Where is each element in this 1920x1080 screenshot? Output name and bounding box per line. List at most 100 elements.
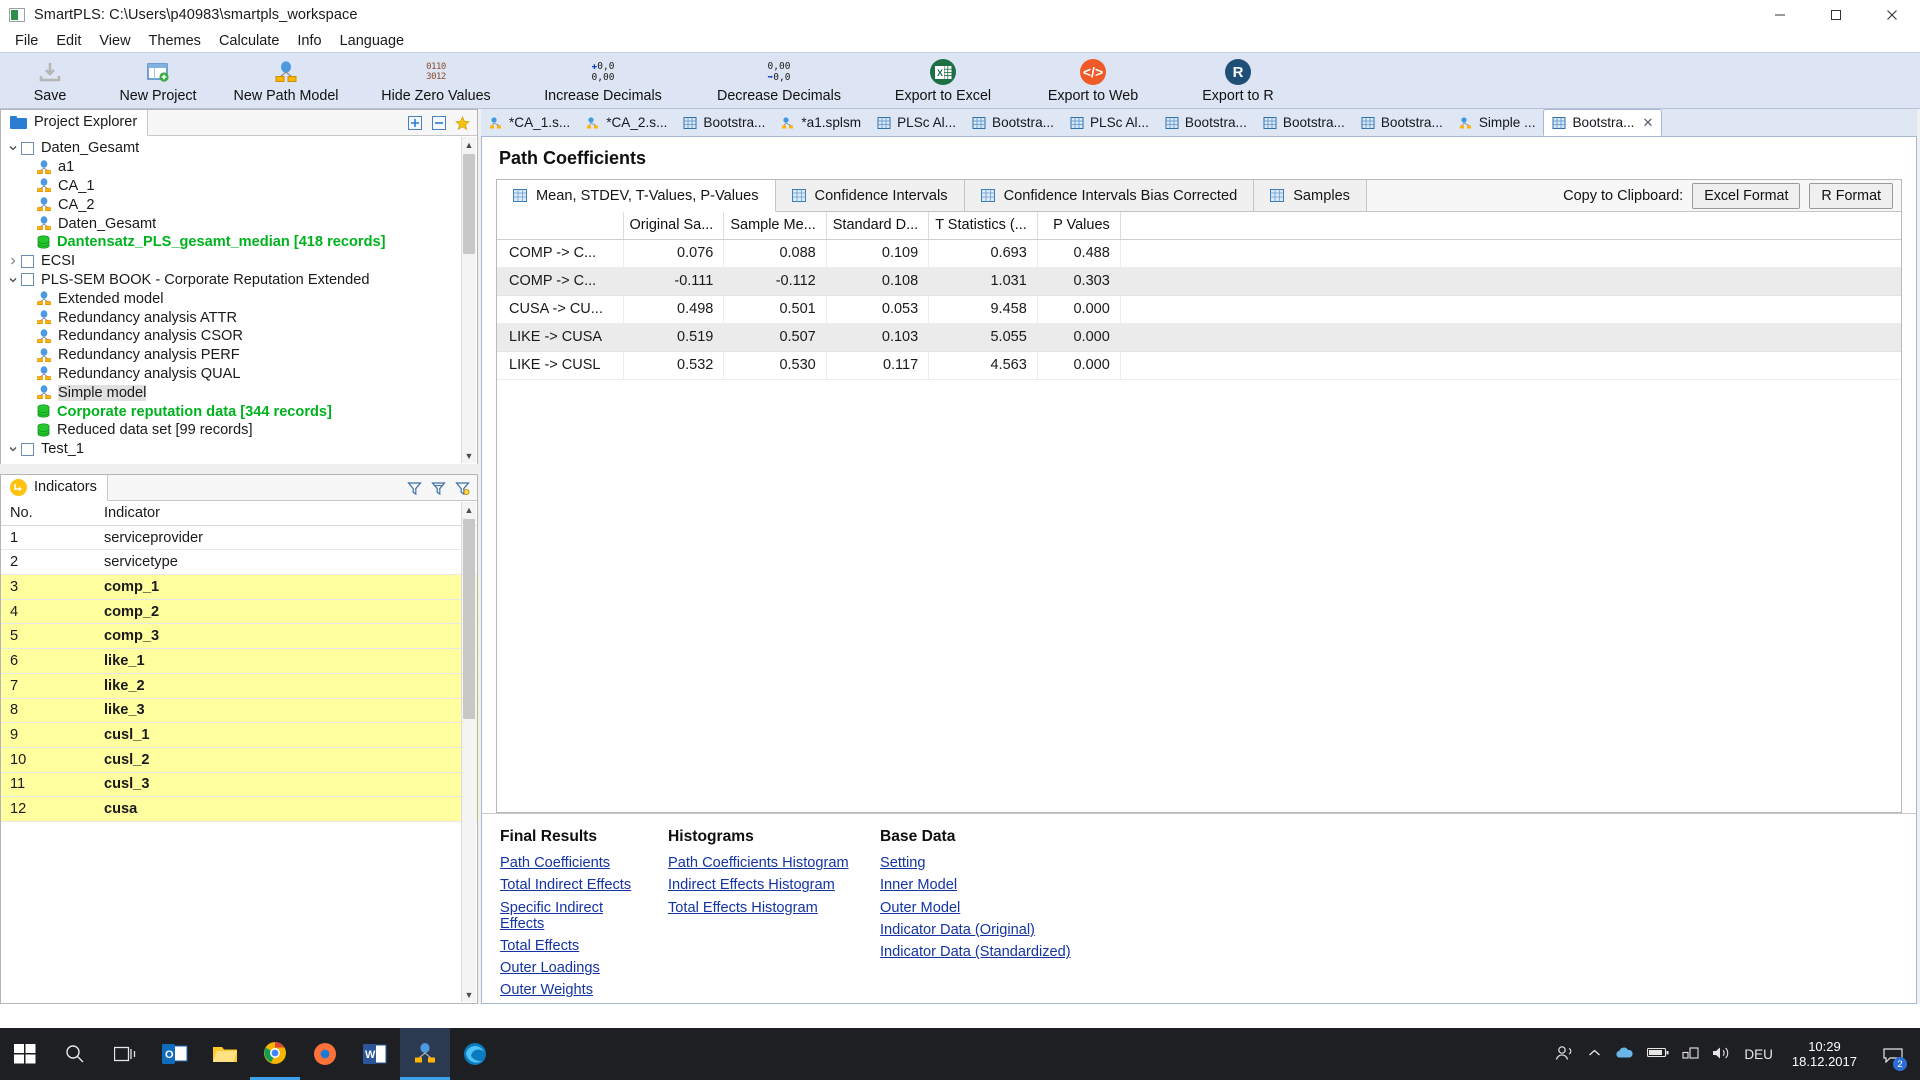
table-row[interactable]: COMP -> C... 0.076 0.088 0.109 0.693 0.4…	[497, 239, 1901, 268]
filter-icon-2[interactable]	[431, 481, 446, 496]
filter-icon-3[interactable]	[455, 481, 470, 496]
link-specific-indirect-effects[interactable]: Specific Indirect Effects	[500, 900, 650, 932]
action-center-icon[interactable]: 2	[1876, 1028, 1910, 1080]
project-checkbox[interactable]	[21, 442, 34, 456]
word-icon[interactable]: W	[350, 1028, 400, 1080]
indicators-scrollbar[interactable]: ▲ ▼	[461, 502, 476, 1002]
favorite-icon[interactable]	[455, 115, 470, 131]
scroll-down-icon[interactable]: ▼	[462, 987, 476, 1002]
chevron-up-icon[interactable]	[1588, 1047, 1601, 1061]
editor-tab[interactable]: Bootstra...	[1157, 109, 1255, 136]
link-outer-weights[interactable]: Outer Weights	[500, 982, 650, 998]
table-row[interactable]: LIKE -> CUSL 0.532 0.530 0.117 4.563 0.0…	[497, 351, 1901, 380]
link-path-coefficients[interactable]: Path Coefficients	[500, 855, 650, 871]
editor-tab[interactable]: PLSc Al...	[869, 109, 964, 136]
link-setting[interactable]: Setting	[880, 855, 1162, 871]
tree-item-model[interactable]: CA_1	[1, 177, 477, 196]
tab-project-explorer[interactable]: Project Explorer	[1, 109, 149, 136]
link-indicator-data-standardized[interactable]: Indicator Data (Standardized)	[880, 944, 1162, 960]
project-checkbox[interactable]	[21, 254, 34, 268]
scroll-up-icon[interactable]: ▲	[462, 137, 476, 152]
tab-confidence-intervals[interactable]: Confidence Intervals	[775, 180, 965, 211]
link-outer-model[interactable]: Outer Model	[880, 900, 1162, 916]
tree-item-model[interactable]: Redundancy analysis ATTR	[1, 308, 477, 327]
language-indicator[interactable]: DEU	[1744, 1047, 1773, 1062]
col-t-statistics[interactable]: T Statistics (...	[928, 212, 1038, 240]
explorer-icon[interactable]	[200, 1028, 250, 1080]
indicator-row[interactable]: 4 comp_2	[1, 599, 477, 625]
indicator-row[interactable]: 2 servicetype	[1, 550, 477, 576]
close-button[interactable]	[1864, 0, 1920, 30]
indicator-row[interactable]: 1 serviceprovider	[1, 526, 477, 551]
onedrive-icon[interactable]	[1614, 1046, 1634, 1063]
chevron-down-icon[interactable]	[5, 444, 21, 454]
editor-tab[interactable]: Bootstra...	[1353, 109, 1451, 136]
search-icon[interactable]	[50, 1028, 100, 1080]
tree-item-model[interactable]: CA_2	[1, 195, 477, 214]
scroll-up-icon[interactable]: ▲	[462, 502, 476, 517]
indicator-row[interactable]: 7 like_2	[1, 673, 477, 699]
link-total-effects-histogram[interactable]: Total Effects Histogram	[668, 900, 862, 916]
chevron-down-icon[interactable]	[5, 275, 21, 285]
toolbar-new-path-model[interactable]: New Path Model	[216, 56, 356, 104]
col-sample-mean[interactable]: Sample Me...	[723, 212, 827, 240]
editor-tab[interactable]: Bootstra...	[964, 109, 1062, 136]
chevron-right-icon[interactable]	[5, 256, 21, 266]
minimize-button[interactable]	[1752, 0, 1808, 30]
start-icon[interactable]	[0, 1028, 50, 1080]
close-icon[interactable]: ✕	[1642, 115, 1653, 131]
tree-item-project[interactable]: PLS-SEM BOOK - Corporate Reputation Exte…	[1, 271, 477, 290]
editor-tab[interactable]: *a1.splsm	[773, 109, 869, 136]
indicator-row[interactable]: 5 comp_3	[1, 624, 477, 650]
r-format-button[interactable]: R Format	[1809, 183, 1893, 209]
link-indicator-data-original[interactable]: Indicator Data (Original)	[880, 922, 1162, 938]
edge-icon[interactable]	[450, 1028, 500, 1080]
editor-tab[interactable]: *CA_1.s...	[481, 109, 578, 136]
editor-tab[interactable]: PLSc Al...	[1062, 109, 1157, 136]
indicators-table[interactable]: No. Indicator 1 serviceprovider 2 servicet…	[1, 501, 477, 1003]
link-inner-model[interactable]: Inner Model	[880, 877, 1162, 893]
col-p-values[interactable]: P Values	[1037, 212, 1121, 240]
scroll-thumb[interactable]	[463, 519, 475, 719]
col-original-sample[interactable]: Original Sa...	[623, 212, 725, 240]
col-standard-deviation[interactable]: Standard D...	[826, 212, 930, 240]
battery-icon[interactable]	[1647, 1046, 1669, 1062]
chrome-icon[interactable]	[250, 1028, 300, 1080]
table-row[interactable]: LIKE -> CUSA 0.519 0.507 0.103 5.055 0.0…	[497, 323, 1901, 352]
tree-item-partial[interactable]	[1, 459, 477, 464]
link-outer-loadings[interactable]: Outer Loadings	[500, 960, 650, 976]
tree-item-model[interactable]: a1	[1, 158, 477, 177]
link-indirect-effects-histogram[interactable]: Indirect Effects Histogram	[668, 877, 862, 893]
editor-tab[interactable]: Bootstra...	[1255, 109, 1353, 136]
toolbar-increase-decimals[interactable]: ✚0,0 0,00 Increase Decimals	[516, 56, 690, 104]
network-icon[interactable]	[1682, 1046, 1699, 1062]
toolbar-hide-zero-values[interactable]: 0110 3012 Hide Zero Values	[356, 56, 516, 104]
editor-tab-bar[interactable]: *CA_1.s... *CA_2.s... Bootstra... *a1.sp…	[481, 109, 1917, 137]
project-checkbox[interactable]	[21, 273, 34, 287]
smartpls-icon[interactable]	[400, 1028, 450, 1080]
editor-tab[interactable]: *CA_2.s...	[578, 109, 675, 136]
expand-all-icon[interactable]	[407, 116, 422, 131]
indicator-row[interactable]: 10 cusl_2	[1, 747, 477, 773]
tree-item-model[interactable]: Redundancy analysis QUAL	[1, 365, 477, 384]
indicator-row[interactable]: 3 comp_1	[1, 575, 477, 600]
toolbar-export-r[interactable]: R Export to R	[1168, 56, 1308, 104]
table-row[interactable]: COMP -> C... -0.111 -0.112 0.108 1.031 0…	[497, 267, 1901, 296]
project-tree-scrollbar[interactable]: ▲ ▼	[461, 137, 476, 463]
tree-item-project[interactable]: ECSI	[1, 252, 477, 271]
indicator-row[interactable]: 8 like_3	[1, 698, 477, 724]
menu-info[interactable]: Info	[288, 32, 330, 50]
toolbar-save[interactable]: Save	[0, 56, 100, 104]
clock[interactable]: 10:29 18.12.2017	[1786, 1039, 1863, 1069]
project-checkbox[interactable]	[21, 141, 34, 155]
task-view-icon[interactable]	[100, 1028, 150, 1080]
tree-item-model[interactable]: Redundancy analysis PERF	[1, 346, 477, 365]
maximize-button[interactable]	[1808, 0, 1864, 30]
indicator-row[interactable]: 9 cusl_1	[1, 723, 477, 748]
excel-format-button[interactable]: Excel Format	[1692, 183, 1801, 209]
tree-item-dataset[interactable]: Dantensatz_PLS_gesamt_median [418 record…	[1, 233, 477, 252]
indicator-row[interactable]: 12 cusa	[1, 797, 477, 822]
volume-icon[interactable]	[1712, 1046, 1731, 1063]
collapse-all-icon[interactable]	[431, 116, 446, 131]
scroll-thumb[interactable]	[463, 154, 475, 254]
